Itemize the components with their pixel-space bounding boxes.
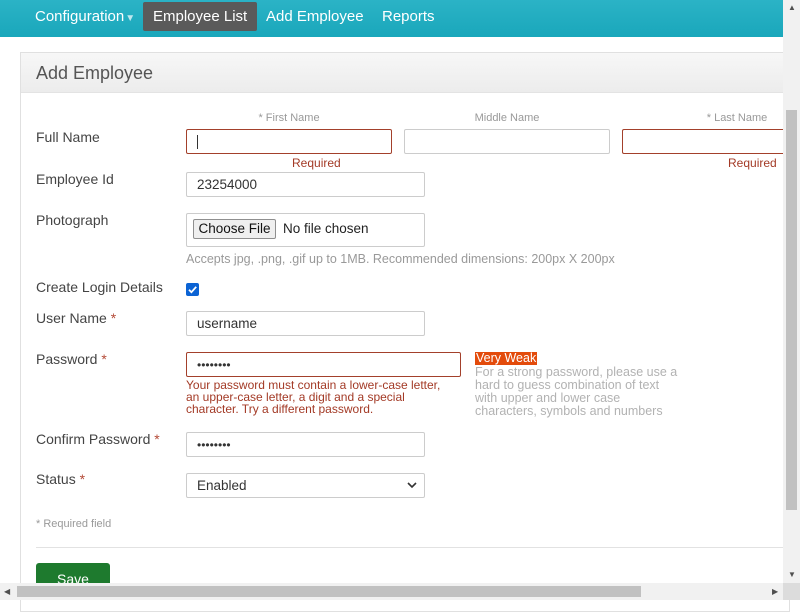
create-login-label: Create Login Details: [36, 279, 163, 295]
last-name-error: Required: [728, 156, 777, 170]
first-name-header: * First Name: [186, 112, 392, 124]
file-status-text: No file chosen: [283, 221, 369, 236]
nav-add-employee[interactable]: Add Employee: [256, 0, 374, 31]
last-name-header-text: * Last Name: [706, 112, 768, 124]
confirm-password-input[interactable]: ••••••••: [186, 432, 425, 457]
username-input[interactable]: username: [186, 311, 425, 336]
scroll-up-icon[interactable]: ▲: [788, 4, 796, 12]
username-value: username: [197, 316, 258, 331]
photograph-label: Photograph: [36, 212, 109, 228]
status-selected-value: Enabled: [197, 478, 247, 493]
employee-id-label: Employee Id: [36, 171, 114, 187]
nav-add-employee-label: Add Employee: [266, 8, 364, 25]
scrollbar-corner: [783, 583, 800, 600]
first-name-input[interactable]: [186, 129, 392, 154]
panel-header: Add Employee: [21, 53, 789, 93]
caret-down-icon: ▼: [125, 13, 136, 24]
vertical-scroll-thumb[interactable]: [786, 110, 797, 510]
horizontal-scrollbar[interactable]: ◀ ▶: [0, 583, 783, 600]
employee-id-input[interactable]: 23254000: [186, 172, 425, 197]
middle-name-input[interactable]: [404, 129, 610, 154]
last-name-input[interactable]: [622, 129, 800, 154]
horizontal-scroll-thumb[interactable]: [17, 586, 641, 597]
last-name-header: * Last Name: [622, 112, 800, 124]
password-strength-badge: Very Weak: [475, 351, 538, 365]
username-label-text: User Name: [36, 310, 107, 326]
password-label-text: Password: [36, 351, 98, 367]
nav-employee-list[interactable]: Employee List: [143, 2, 258, 31]
required-mark: *: [101, 351, 107, 367]
vertical-scrollbar[interactable]: ▲ ▼: [783, 0, 800, 583]
status-label-text: Status: [36, 471, 76, 487]
password-value: ••••••••: [197, 358, 231, 372]
nav-reports[interactable]: Reports: [372, 0, 445, 31]
required-mark: *: [79, 471, 86, 487]
password-error: Your password must contain a lower-case …: [186, 378, 441, 416]
password-input[interactable]: ••••••••: [186, 352, 461, 377]
full-name-label: Full Name: [36, 129, 100, 145]
photograph-hint: Accepts jpg, .png, .gif up to 1MB. Recom…: [186, 252, 615, 266]
nav-reports-label: Reports: [382, 8, 435, 25]
status-label: Status *: [36, 471, 85, 487]
top-nav: Configuration▼ Employee List Add Employe…: [0, 0, 800, 37]
employee-id-value: 23254000: [197, 177, 258, 192]
first-name-header-text: * First Name: [258, 112, 320, 124]
scroll-right-icon[interactable]: ▶: [772, 588, 778, 596]
choose-file-button[interactable]: Choose File: [193, 219, 276, 239]
required-mark: *: [110, 310, 117, 326]
confirm-password-label-text: Confirm Password: [36, 431, 151, 447]
check-icon: [188, 286, 197, 294]
middle-name-header: Middle Name: [474, 112, 540, 124]
first-name-error: Required: [292, 156, 341, 170]
nav-configuration-label: Configuration: [35, 8, 125, 25]
scroll-left-icon[interactable]: ◀: [4, 588, 10, 596]
required-mark: *: [154, 431, 160, 447]
username-label: User Name *: [36, 310, 116, 326]
chevron-down-icon: [407, 482, 417, 489]
confirm-password-value: ••••••••: [197, 438, 231, 452]
password-label: Password *: [36, 351, 107, 367]
required-field-note: * Required field: [36, 518, 112, 530]
form-divider: [36, 547, 790, 548]
scroll-down-icon[interactable]: ▼: [788, 571, 796, 579]
confirm-password-label: Confirm Password *: [36, 431, 160, 447]
nav-configuration[interactable]: Configuration▼: [25, 0, 145, 31]
nav-employee-list-label: Employee List: [153, 8, 248, 25]
text-cursor: [197, 135, 198, 150]
create-login-checkbox[interactable]: [186, 283, 199, 296]
status-select[interactable]: Enabled: [186, 473, 425, 498]
panel-title: Add Employee: [36, 63, 154, 83]
password-strength-hint: For a strong password, please use a hard…: [475, 365, 678, 418]
